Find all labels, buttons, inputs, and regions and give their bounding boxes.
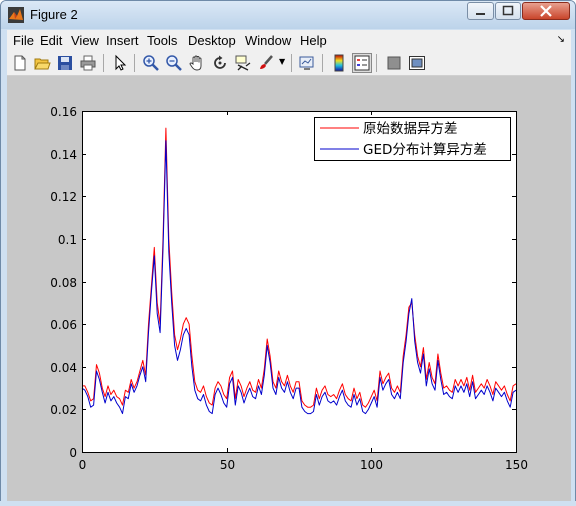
menu-help[interactable]: Help xyxy=(300,33,327,48)
data-cursor-icon xyxy=(235,55,251,71)
close-icon xyxy=(540,5,552,17)
figure-canvas: 0 0.02 0.04 0.06 0.08 0.1 0.12 0.14 0.16 0 50 100 15… xyxy=(7,76,571,502)
matlab-logo-icon xyxy=(8,7,24,23)
menu-view[interactable]: View xyxy=(71,33,99,48)
x-tick-label: 150 xyxy=(505,458,528,472)
show-plot-tools-button[interactable] xyxy=(408,54,426,72)
legend-icon xyxy=(354,55,370,71)
toolbar-separator xyxy=(103,54,104,72)
window-bottom-border xyxy=(0,501,576,506)
pan-button[interactable] xyxy=(188,54,206,72)
figure-window: Figure 2 File Edit View Insert Tools Des… xyxy=(0,0,576,506)
pan-hand-icon xyxy=(189,55,202,71)
brush-icon xyxy=(260,55,273,69)
open-file-button[interactable] xyxy=(33,54,51,72)
menu-insert[interactable]: Insert xyxy=(106,33,139,48)
hide-plot-tools-button[interactable] xyxy=(385,54,403,72)
data-cursor-button[interactable] xyxy=(234,54,252,72)
menu-desktop[interactable]: Desktop xyxy=(188,33,236,48)
maximize-button[interactable] xyxy=(495,2,521,20)
menu-edit[interactable]: Edit xyxy=(40,33,62,48)
toolbar-separator xyxy=(134,54,135,72)
toolbar-separator xyxy=(376,54,377,72)
toolbar-separator xyxy=(291,54,292,72)
save-icon xyxy=(58,56,72,70)
link-plot-button[interactable] xyxy=(298,54,316,72)
y-tick-label: 0.1 xyxy=(58,233,77,247)
hide-plot-tools-icon xyxy=(387,56,401,70)
maximize-icon xyxy=(502,5,514,16)
colorbar-icon xyxy=(334,54,344,72)
brush-button[interactable] xyxy=(257,54,275,72)
print-icon xyxy=(80,55,96,71)
y-tick-label: 0 xyxy=(69,446,77,460)
y-tick-label: 0.16 xyxy=(50,105,77,119)
pointer-icon xyxy=(115,54,127,71)
rotate-3d-icon xyxy=(214,55,226,69)
legend-button[interactable] xyxy=(352,53,372,73)
legend[interactable]: 原始数据异方差 GED分布计算异方差 xyxy=(314,117,511,161)
y-tick-label: 0.14 xyxy=(50,148,77,162)
link-plot-icon xyxy=(299,56,314,70)
legend-label-series-2: GED分布计算异方差 xyxy=(363,142,487,158)
colorbar-button[interactable] xyxy=(330,54,348,72)
menu-window[interactable]: Window xyxy=(245,33,291,48)
open-file-icon xyxy=(34,58,51,70)
brush-dropdown-arrow-icon[interactable]: ▼ xyxy=(279,57,285,66)
minimize-icon xyxy=(476,13,485,15)
zoom-out-button[interactable] xyxy=(165,54,183,72)
x-tick-label: 0 xyxy=(79,458,87,472)
new-figure-icon xyxy=(14,55,26,71)
y-tick-label: 0.04 xyxy=(50,361,77,375)
menu-tools[interactable]: Tools xyxy=(147,33,177,48)
show-plot-tools-icon xyxy=(409,56,425,70)
legend-label-series-1: 原始数据异方差 xyxy=(363,121,458,137)
rotate-3d-button[interactable] xyxy=(211,54,229,72)
save-button[interactable] xyxy=(56,54,74,72)
plot-area[interactable]: 0 0.02 0.04 0.06 0.08 0.1 0.12 0.14 0.16 0 50 100 15… xyxy=(7,76,571,502)
pointer-button[interactable] xyxy=(111,54,129,72)
dock-arrow-icon[interactable]: ↘ xyxy=(557,34,565,45)
window-title: Figure 2 xyxy=(30,7,78,22)
x-tick-label: 100 xyxy=(360,458,383,472)
new-figure-button[interactable] xyxy=(11,54,29,72)
title-bar[interactable]: Figure 2 xyxy=(1,1,575,29)
axes-background[interactable] xyxy=(82,111,516,452)
toolbar-separator xyxy=(322,54,323,72)
minimize-button[interactable] xyxy=(467,2,494,20)
menu-file[interactable]: File xyxy=(13,33,34,48)
y-tick-label: 0.08 xyxy=(50,276,77,290)
zoom-in-button[interactable] xyxy=(142,54,160,72)
zoom-out-icon xyxy=(166,55,182,71)
zoom-in-icon xyxy=(143,55,159,71)
menu-bar: File Edit View Insert Tools Desktop Wind… xyxy=(7,30,571,51)
y-tick-label: 0.12 xyxy=(50,190,77,204)
close-button[interactable] xyxy=(522,2,570,20)
print-button[interactable] xyxy=(79,54,97,72)
x-tick-label: 50 xyxy=(220,458,235,472)
figure-toolbar: ▼ xyxy=(7,51,571,76)
y-tick-label: 0.02 xyxy=(50,403,77,417)
y-tick-label: 0.06 xyxy=(50,318,77,332)
